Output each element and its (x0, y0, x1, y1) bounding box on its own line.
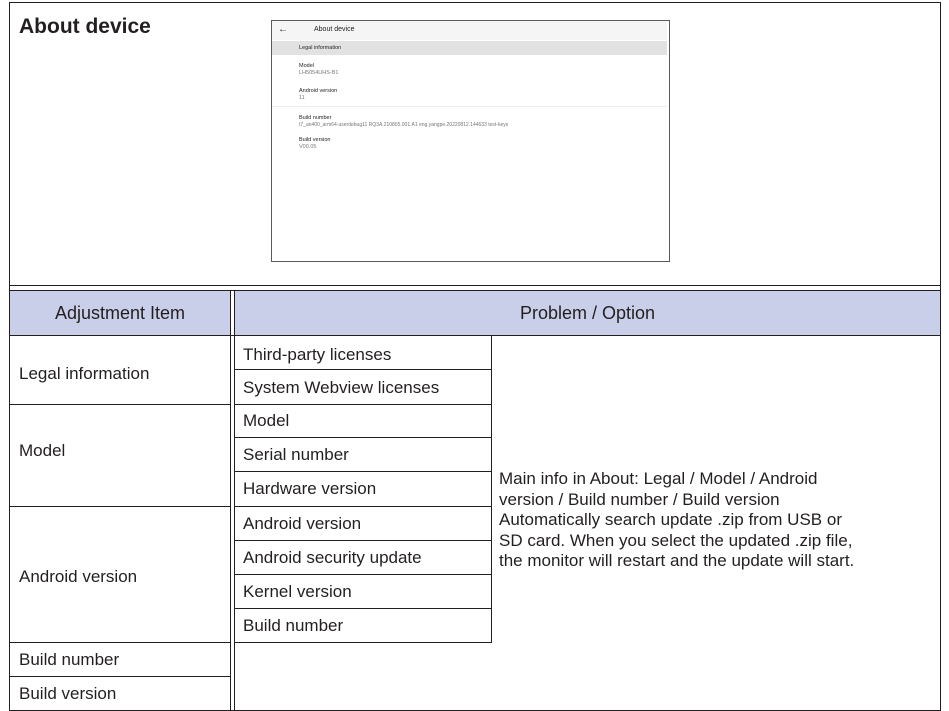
option-serial-number: Serial number (243, 445, 349, 464)
option-hardware-version: Hardware version (243, 479, 377, 498)
option-system-webview-licenses: System Webview licenses (243, 378, 440, 397)
description-line: version / Build number / Build version (499, 489, 780, 509)
option-build-number: Build number (243, 616, 344, 635)
item-model: Model (19, 441, 66, 460)
screen-title: About device (314, 26, 355, 33)
item-build-version: Build version (19, 684, 117, 703)
option-third-party-licenses: Third-party licenses (243, 345, 392, 364)
item-legal-information: Legal information (19, 364, 150, 383)
option-android-version: Android version (243, 514, 362, 533)
header-problem-option: Problem / Option (519, 303, 656, 323)
header-adjustment-item: Adjustment Item (54, 303, 186, 323)
screen-legal-label: Legal information (299, 45, 342, 51)
description-line: Main info in About: Legal / Model / Andr… (499, 469, 818, 488)
problem-description: Main info in About: Legal / Model / Andr… (499, 469, 949, 572)
screen-item-label: Build version (299, 137, 331, 143)
screen-item-value: LH5054UHS-B1 (299, 70, 339, 76)
screen-item-label: Build number (299, 115, 332, 121)
item-android-version: Android version (19, 567, 138, 586)
screen-item-value: V00.05 (299, 144, 317, 150)
description-line: Automatically search update .zip from US… (499, 510, 842, 529)
screen-item-value: t7_an400_arm64-userdebug11 RQ3A.210805.0… (299, 122, 509, 128)
description-line: the monitor will restart and the update … (499, 551, 855, 570)
screen-item-label: Model (299, 63, 314, 69)
option-kernel-version: Kernel version (243, 582, 352, 601)
description-line: SD card. When you select the updated .zi… (499, 530, 853, 550)
screen-legal-information[interactable]: Legal information (272, 41, 667, 55)
about-device-screenshot: ← About device Legal information Model L… (271, 20, 670, 262)
item-build-number: Build number (19, 650, 120, 669)
section-title: About device (19, 15, 151, 38)
option-android-security-update: Android security update (243, 548, 422, 567)
screen-app-bar: ← About device (272, 21, 667, 40)
screen-item-label: Android version (299, 88, 338, 94)
screen-item-value: 11 (299, 95, 305, 101)
option-model: Model (243, 411, 290, 430)
screen-divider (272, 106, 667, 107)
back-arrow-icon[interactable]: ← (278, 24, 288, 36)
